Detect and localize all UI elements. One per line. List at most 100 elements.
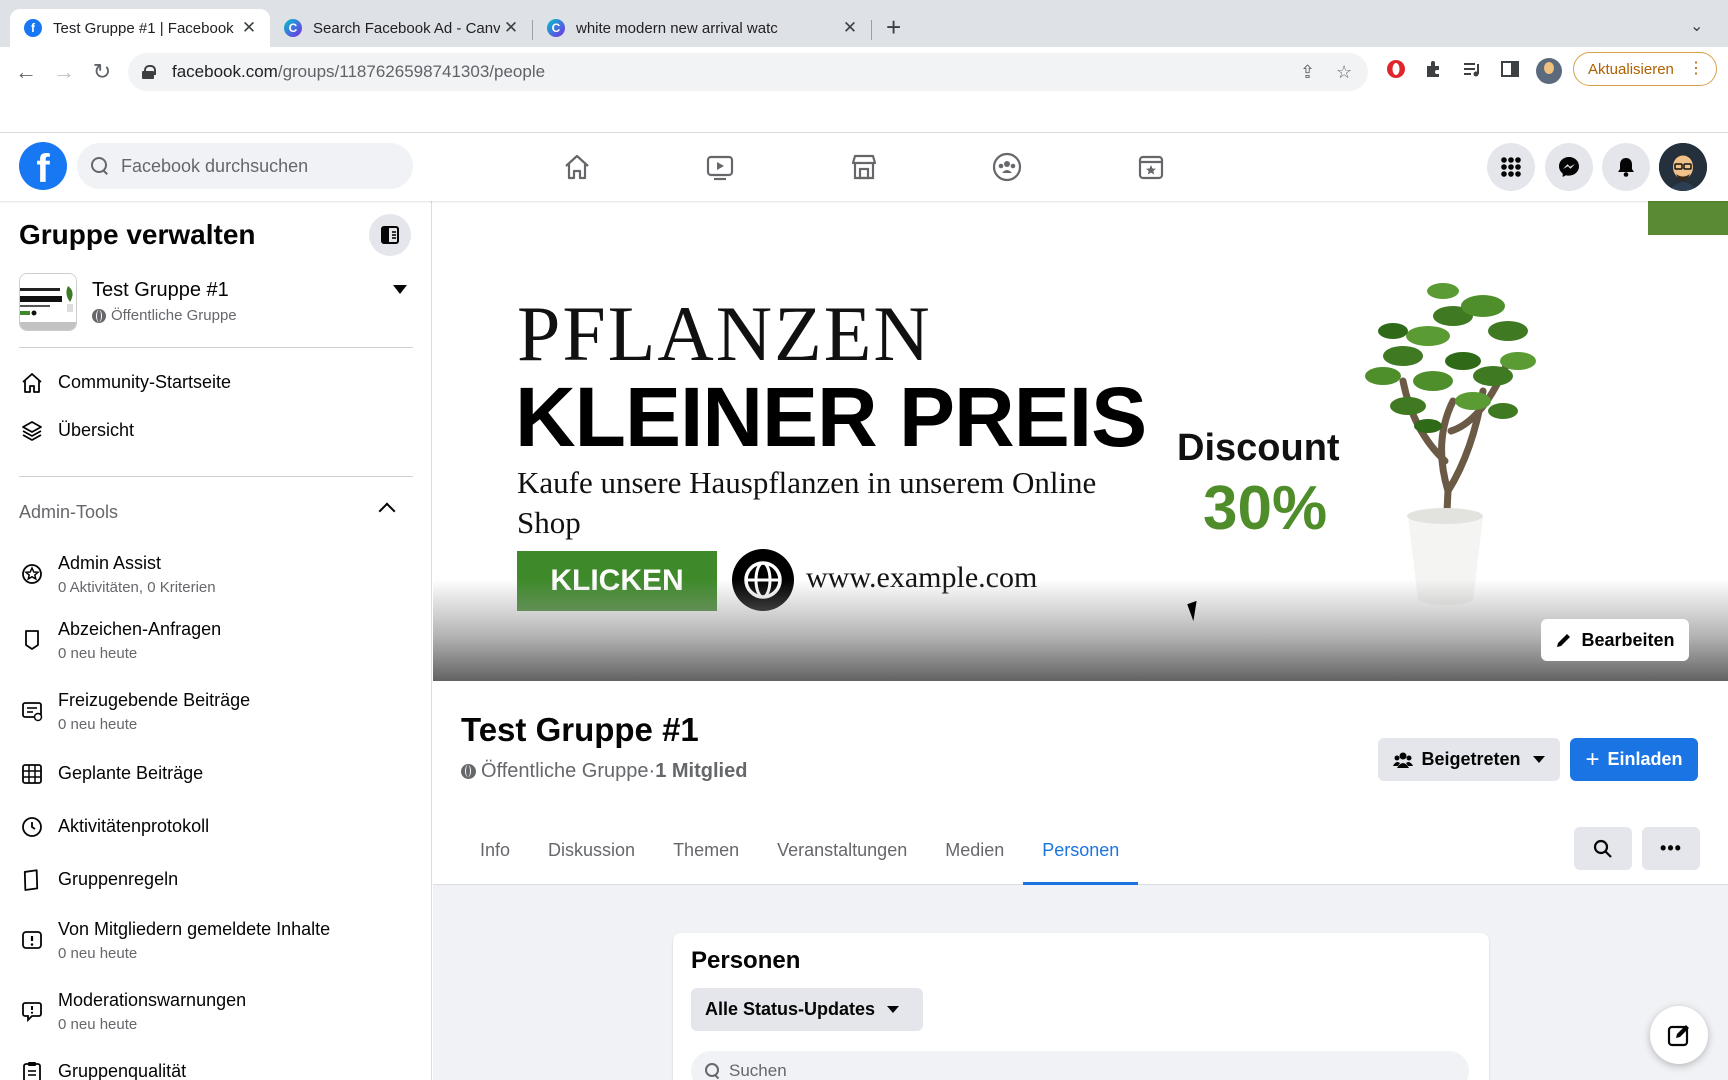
edit-cover-label: Bearbeiten xyxy=(1581,629,1675,650)
globe-icon xyxy=(92,308,106,323)
facebook-search-input[interactable]: Facebook durchsuchen xyxy=(77,143,413,189)
nav-home-icon[interactable] xyxy=(557,147,597,187)
group-switcher[interactable]: Test Gruppe #1 Öffentliche Gruppe xyxy=(19,273,414,333)
chevron-up-icon[interactable] xyxy=(378,502,396,520)
filter-label: Alle Status-Updates xyxy=(705,999,876,1019)
group-privacy: Öffentliche Gruppe xyxy=(92,307,237,324)
sidebar-item-member-reports[interactable]: Von Mitgliedern gemeldete Inhalte 0 neu h… xyxy=(19,917,413,964)
sidebar-item-label: Community-Startseite xyxy=(58,372,232,392)
facebook-logo-icon[interactable]: f xyxy=(19,142,67,190)
sidebar-item-badge-requests[interactable]: Abzeichen-Anfragen 0 neu heute xyxy=(19,617,413,664)
invite-label: Einladen xyxy=(1607,749,1683,769)
close-tab-icon[interactable]: ✕ xyxy=(500,18,522,38)
warning-bubble-icon xyxy=(19,998,45,1024)
people-search-input[interactable]: Suchen xyxy=(691,1051,1469,1080)
side-panel-icon[interactable] xyxy=(1498,59,1522,83)
people-card: Personen Alle Status-Updates Suchen xyxy=(673,933,1489,1080)
sidebar-item-admin-assist[interactable]: Admin Assist 0 Aktivitäten, 0 Kriterien xyxy=(19,551,413,598)
tab-media[interactable]: Medien xyxy=(926,815,1023,885)
messenger-icon[interactable] xyxy=(1545,143,1593,191)
browser-tab-canva-design[interactable]: C white modern new arrival watc ✕ xyxy=(533,9,871,47)
extensions-puzzle-icon[interactable] xyxy=(1422,59,1446,83)
lock-icon xyxy=(142,65,156,79)
address-bar[interactable]: facebook.com/groups/1187626598741303/peo… xyxy=(128,53,1368,91)
collapse-sidebar-button[interactable] xyxy=(369,214,411,256)
tab-people[interactable]: Personen xyxy=(1023,815,1139,885)
menu-grid-icon[interactable] xyxy=(1487,143,1535,191)
group-cover-photo[interactable]: PFLANZEN KLEINER PREIS Kaufe unsere Haus… xyxy=(433,201,1728,681)
notifications-bell-icon[interactable] xyxy=(1602,143,1650,191)
facebook-favicon-icon: f xyxy=(24,19,42,37)
bookmark-star-icon[interactable]: ☆ xyxy=(1336,62,1352,83)
home-icon xyxy=(19,370,45,396)
close-tab-icon[interactable]: ✕ xyxy=(238,18,260,38)
group-meta: Öffentliche Gruppe · 1 Mitglied xyxy=(461,760,747,783)
group-main: PFLANZEN KLEINER PREIS Kaufe unsere Haus… xyxy=(433,201,1728,1080)
group-tabs: Info Diskussion Themen Veranstaltungen M… xyxy=(461,815,1139,885)
close-tab-icon[interactable]: ✕ xyxy=(839,18,861,38)
tab-separator xyxy=(871,20,872,40)
group-search-button[interactable] xyxy=(1574,827,1632,870)
nav-groups-icon[interactable] xyxy=(987,147,1027,187)
browser-tab-canva-search[interactable]: C Search Facebook Ad - Canva ✕ xyxy=(270,9,532,47)
caret-down-icon xyxy=(887,1006,900,1013)
group-header: Test Gruppe #1 Öffentliche Gruppe · 1 Mi… xyxy=(433,681,1728,885)
sidebar-item-activity-log[interactable]: Aktivitätenprotokoll xyxy=(19,814,413,840)
sidebar-item-overview[interactable]: Übersicht xyxy=(19,418,413,444)
sidebar-item-label: Von Mitgliedern gemeldete Inhalte xyxy=(58,919,331,939)
clipboard-icon xyxy=(19,1059,45,1080)
sidebar-item-group-rules[interactable]: Gruppenregeln xyxy=(19,867,413,893)
layers-icon xyxy=(19,418,45,444)
more-dots-icon: ••• xyxy=(1660,838,1682,858)
edit-cover-button[interactable]: Bearbeiten xyxy=(1541,619,1689,661)
media-control-icon[interactable] xyxy=(1460,59,1484,83)
group-type: Öffentliche Gruppe xyxy=(481,760,649,782)
people-title: Personen xyxy=(691,947,801,974)
group-type-label: Öffentliche Gruppe xyxy=(111,307,237,324)
joined-label: Beigetreten xyxy=(1421,749,1521,769)
tab-events[interactable]: Veranstaltungen xyxy=(758,815,926,885)
tab-info[interactable]: Info xyxy=(461,815,529,885)
sidebar-item-moderation-alerts[interactable]: Moderationswarnungen 0 neu heute xyxy=(19,988,413,1035)
nav-gaming-icon[interactable] xyxy=(1131,147,1171,187)
divider xyxy=(19,476,413,477)
share-icon[interactable]: ⇪ xyxy=(1300,62,1315,83)
canva-favicon-icon: C xyxy=(547,19,565,37)
new-message-button[interactable] xyxy=(1650,1006,1708,1064)
sidebar-item-label: Geplante Beiträge xyxy=(58,763,204,783)
sidebar-item-pending-posts[interactable]: Freizugebende Beiträge 0 neu heute xyxy=(19,688,413,735)
sidebar-item-sub: 0 Aktivitäten, 0 Kriterien xyxy=(58,579,216,596)
reload-icon[interactable]: ↻ xyxy=(88,58,116,86)
search-placeholder: Suchen xyxy=(729,1061,787,1080)
cover-headline: PFLANZEN xyxy=(517,290,932,377)
nav-watch-icon[interactable] xyxy=(700,147,740,187)
browser-profile-avatar[interactable] xyxy=(1536,58,1562,84)
browser-menu-icon[interactable]: ⋮ xyxy=(1688,58,1704,78)
caret-down-icon[interactable] xyxy=(393,285,407,294)
tab-search-chevron-icon[interactable]: ⌄ xyxy=(1690,16,1703,36)
nav-marketplace-icon[interactable] xyxy=(844,147,884,187)
member-count[interactable]: 1 Mitglied xyxy=(655,760,747,783)
sidebar-item-scheduled-posts[interactable]: Geplante Beiträge xyxy=(19,761,413,787)
browser-tab-facebook[interactable]: f Test Gruppe #1 | Facebook ✕ xyxy=(10,9,270,47)
account-avatar[interactable] xyxy=(1659,143,1707,191)
canva-favicon-icon: C xyxy=(284,19,302,37)
joined-button[interactable]: Beigetreten xyxy=(1378,738,1560,781)
admin-assist-icon xyxy=(19,561,45,587)
cover-discount-label: Discount xyxy=(1177,427,1340,469)
sidebar-item-label: Gruppenregeln xyxy=(58,869,179,889)
new-tab-plus-icon[interactable]: + xyxy=(886,14,901,40)
status-filter-dropdown[interactable]: Alle Status-Updates xyxy=(691,988,923,1031)
opera-extension-icon[interactable] xyxy=(1384,59,1408,83)
tab-title: Test Gruppe #1 | Facebook xyxy=(53,19,234,37)
invite-button[interactable]: + Einladen xyxy=(1570,738,1698,781)
back-arrow-icon[interactable]: ← xyxy=(12,58,40,86)
sidebar-item-group-quality[interactable]: Gruppenqualität xyxy=(19,1059,413,1080)
tab-discussion[interactable]: Diskussion xyxy=(529,815,654,885)
forward-arrow-icon[interactable]: → xyxy=(50,58,78,86)
tab-topics[interactable]: Themen xyxy=(654,815,758,885)
sidebar-item-sub: 0 neu heute xyxy=(58,716,138,733)
sidebar-item-community-home[interactable]: Community-Startseite xyxy=(19,370,413,396)
update-browser-button[interactable]: Aktualisieren ⋮ xyxy=(1573,52,1717,86)
group-more-button[interactable]: ••• xyxy=(1642,827,1700,870)
